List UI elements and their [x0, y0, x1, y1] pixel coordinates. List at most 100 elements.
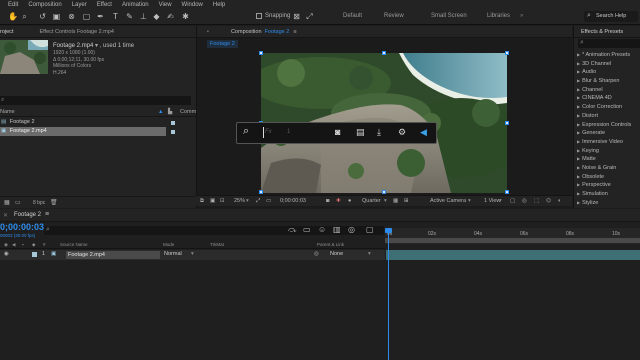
pick-whip-icon[interactable]: ◎ [314, 251, 319, 257]
search-help-field[interactable]: ⌕ Search Help [584, 11, 638, 22]
graph-editor-icon[interactable]: ▢ [366, 225, 374, 234]
brush-tool-icon[interactable]: ✎ [125, 12, 134, 21]
label-column-icon[interactable]: ▲ [158, 108, 163, 117]
panel-menu-icon[interactable]: ≡ [293, 29, 296, 35]
effects-category-item[interactable]: ▶ Audio [574, 68, 640, 77]
effects-category-item[interactable]: ▶ 3D Channel [574, 60, 640, 69]
flowchart-icon[interactable]: ⌬ [546, 198, 551, 204]
tab-project[interactable]: roject [0, 29, 13, 35]
current-time-display[interactable]: 0;00:00:03 [0, 222, 44, 232]
send-icon[interactable]: ◀ [420, 127, 427, 138]
reset-exposure-icon[interactable]: ◐ [558, 198, 561, 204]
layer-duration-bar[interactable] [386, 250, 640, 260]
camera-icon[interactable]: ◙ [335, 127, 340, 137]
column-name[interactable]: Name [0, 109, 15, 115]
menu-window[interactable]: Window [182, 2, 203, 8]
effects-presets-title[interactable]: Effects & Presets [574, 26, 640, 38]
type-tool-icon[interactable]: T [111, 12, 120, 21]
trash-icon[interactable]: 🗑 [50, 199, 58, 206]
motion-blur-icon[interactable]: ◎ [348, 225, 355, 234]
channel-icon[interactable]: ● [348, 198, 351, 204]
zoom-tool-icon[interactable]: ⌕ [20, 12, 29, 21]
show-snapshot-icon[interactable]: ✚ [336, 198, 341, 204]
number-column-icon[interactable]: # [43, 242, 46, 247]
layer-parent-select[interactable]: None [330, 251, 343, 257]
transform-handle[interactable] [505, 51, 509, 55]
quick-search-input[interactable]: Fx [265, 129, 272, 135]
effects-category-item[interactable]: ▶ Simulation [574, 190, 640, 199]
motion-blur-icon[interactable]: ◎ [522, 198, 527, 204]
project-item-selected[interactable]: ▣ Footage 2.mp4 [0, 127, 166, 136]
menu-composition[interactable]: Composition [28, 2, 61, 8]
menu-view[interactable]: View [159, 2, 172, 8]
views-select[interactable]: 1 View [484, 198, 500, 204]
workspace-small-screen[interactable]: Small Screen [431, 13, 467, 19]
tab-composition-prefix[interactable]: Composition [231, 29, 262, 35]
toggle-transparency-icon[interactable]: ▦ [393, 198, 398, 204]
lock-column-icon[interactable]: ▪ [22, 242, 24, 247]
effects-category-item[interactable]: ▶ Expression Controls [574, 121, 640, 130]
resolution-select[interactable]: Quarter [362, 198, 381, 204]
layer-row[interactable]: ◉ 1 ▣ Footage 2.mp4 Normal ▾ ◎ None ▾ [0, 250, 385, 260]
pan-behind-tool-icon[interactable]: ⊗ [67, 12, 76, 21]
puppet-tool-icon[interactable]: ✱ [181, 12, 190, 21]
menu-effect[interactable]: Effect [97, 2, 112, 8]
lock-icon[interactable]: ▪ [207, 29, 209, 35]
work-area-bar[interactable] [385, 238, 640, 243]
menu-layer[interactable]: Layer [72, 2, 87, 8]
label-column-icon[interactable]: ◆ [32, 242, 35, 248]
transform-handle[interactable] [382, 190, 386, 194]
effects-category-item[interactable]: ▶ Immersive Video [574, 138, 640, 147]
menu-edit[interactable]: Edit [8, 2, 18, 8]
snapping-checkbox[interactable] [256, 13, 262, 19]
roto-brush-tool-icon[interactable]: ✍ [166, 12, 175, 21]
effects-category-item[interactable]: ▶ Keying [574, 147, 640, 156]
column-parent[interactable]: Parent & Link [317, 242, 344, 247]
effects-category-item[interactable]: ▶ CINEMA 4D [574, 94, 640, 103]
download-icon[interactable]: ⤓ [377, 127, 381, 138]
effects-category-item[interactable]: ▶ Channel [574, 86, 640, 95]
column-mode[interactable]: Mode [163, 242, 174, 247]
rect-mask-icon[interactable]: ▭ [266, 198, 271, 204]
time-ruler[interactable]: 0s 02s 04s 06s 08s 10s [385, 228, 640, 244]
workspace-libraries[interactable]: Libraries [487, 13, 510, 19]
pen-tool-icon[interactable]: ✒ [96, 12, 105, 21]
shy-icon[interactable]: ☺ [318, 225, 326, 234]
transform-handle[interactable] [259, 51, 263, 55]
rotate-tool-icon[interactable]: ↺ [38, 12, 47, 21]
viewer-timecode[interactable]: 0;00:00:03 [280, 198, 306, 204]
interpret-footage-icon[interactable]: ▦ [4, 199, 10, 206]
effects-category-item[interactable]: ▶ Noise & Grain [574, 164, 640, 173]
clone-stamp-tool-icon[interactable]: ⊥ [139, 12, 148, 21]
effects-category-item[interactable]: ▶ Stylize [574, 199, 640, 208]
transform-handle[interactable] [382, 51, 386, 55]
snapshot-icon[interactable]: ◙ [326, 198, 329, 204]
effects-category-item[interactable]: ▶ Matte [574, 155, 640, 164]
effects-category-item[interactable]: ▶ Blur & Sharpen [574, 77, 640, 86]
effects-category-item[interactable]: ▶ Perspective [574, 181, 640, 190]
camera-tool-icon[interactable]: ▣ [52, 12, 61, 21]
draft-3d-icon[interactable]: ⬚ [534, 198, 539, 204]
frame-blending-icon[interactable]: ▥ [333, 225, 341, 234]
timeline-tab[interactable]: Footage 2 [14, 212, 41, 218]
tab-composition-name[interactable]: Footage 2 [265, 29, 290, 35]
film-icon[interactable]: ▤ [356, 127, 365, 138]
eye-icon[interactable]: ◉ [4, 251, 9, 257]
column-source-name[interactable]: Source Name [60, 242, 88, 247]
always-preview-icon[interactable]: ⧉ [200, 198, 204, 205]
grid-icon[interactable]: ⊞ [404, 198, 409, 204]
snap-options-icon[interactable]: ⊠ [292, 12, 301, 21]
audio-icon[interactable]: ◀ [12, 242, 15, 248]
composition-breadcrumb[interactable]: Footage 2 [207, 40, 238, 48]
hand-tool-icon[interactable]: ✋ [8, 12, 18, 21]
roi-icon[interactable]: ⊡ [220, 198, 225, 204]
workspace-default[interactable]: Default [343, 13, 362, 19]
draft-3d-icon[interactable]: ▭ [303, 225, 311, 234]
type-column-icon[interactable]: ▙ [168, 108, 172, 117]
video-visibility-icon[interactable]: ◉ [4, 242, 8, 248]
transform-handle[interactable] [505, 190, 509, 194]
effects-category-item[interactable]: ▶ * Animation Presets [574, 51, 640, 60]
new-folder-icon[interactable]: ▭ [15, 199, 21, 206]
workspace-review[interactable]: Review [384, 13, 404, 19]
tab-effect-controls[interactable]: Effect Controls Footage 2.mp4 [39, 29, 114, 35]
